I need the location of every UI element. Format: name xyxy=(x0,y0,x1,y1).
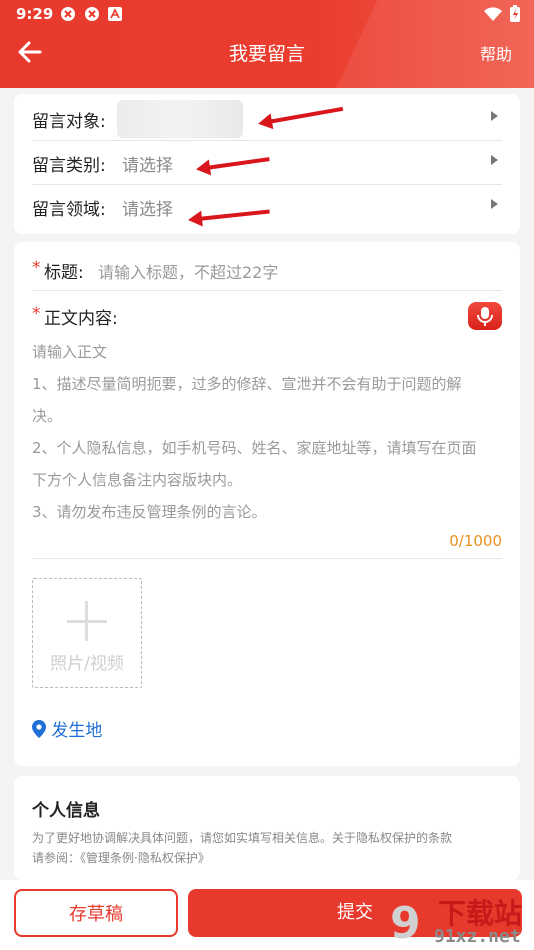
status-time: 9:29 xyxy=(16,5,54,23)
location-label: 发生地 xyxy=(51,721,103,741)
category-value: 请选择 xyxy=(122,156,173,176)
title-input[interactable]: 请输入标题，不超过22字 xyxy=(98,259,278,283)
microphone-icon xyxy=(477,307,493,326)
page-title: 我要留言 xyxy=(228,43,305,65)
divider xyxy=(32,558,502,559)
body-textarea[interactable]: 请输入正文 1、描述尽量简明扼要，过多的修辞、宣泄并不会有助于问题的解 决。 2… xyxy=(32,336,502,528)
char-counter: 0/1000 xyxy=(449,532,502,550)
app-notification-icon-2 xyxy=(85,7,99,21)
status-right xyxy=(484,5,520,22)
upload-label: 照片/视频 xyxy=(50,654,124,674)
personal-info-title: 个人信息 xyxy=(32,801,100,821)
privacy-link[interactable]: 请参阅：《管理条例·隐私权保护》 xyxy=(32,848,518,868)
help-button[interactable]: 帮助 xyxy=(480,41,512,65)
upload-media-button[interactable]: 照片/视频 xyxy=(32,578,142,688)
body-placeholder-line: 1、描述尽量简明扼要，过多的修辞、宣泄并不会有助于问题的解 xyxy=(32,375,462,393)
category-label: 留言类别: xyxy=(32,156,106,176)
watermark: 9 下载站 91xz.net xyxy=(388,892,528,948)
body-placeholder-line: 决。 xyxy=(32,407,63,425)
nav-bar: 我要留言 帮助 xyxy=(0,28,534,76)
chevron-right-icon xyxy=(491,111,498,121)
watermark-domain: 91xz.net xyxy=(434,926,521,947)
personal-info-card: 个人信息 为了更好地协调解决具体问题，请您如实填写相关信息。关于隐私权保护的条款… xyxy=(14,776,520,880)
body-placeholder-line: 下方个人信息备注内容版块内。 xyxy=(32,471,243,489)
body-placeholder-line: 3、请勿发布违反管理条例的言论。 xyxy=(32,503,267,521)
plus-icon xyxy=(85,601,88,641)
required-star: * xyxy=(32,304,41,324)
microphone-button[interactable] xyxy=(468,302,502,330)
svg-text:9: 9 xyxy=(390,898,421,948)
domain-value: 请选择 xyxy=(122,200,173,220)
app-notification-icon xyxy=(61,7,75,21)
target-label: 留言对象: xyxy=(32,112,106,132)
personal-info-desc: 为了更好地协调解决具体问题，请您如实填写相关信息。关于隐私权保护的条款 请参阅：… xyxy=(32,828,518,868)
chevron-right-icon xyxy=(491,199,498,209)
battery-icon xyxy=(510,5,520,22)
body-placeholder-line: 2、个人隐私信息，如手机号码、姓名、家庭地址等，请填写在页面 xyxy=(32,439,477,457)
save-draft-button[interactable]: 存草稿 xyxy=(14,889,178,937)
category-row[interactable]: 留言类别: 请选择 xyxy=(32,140,502,185)
title-label: 标题: xyxy=(44,263,84,283)
body-placeholder-line: 请输入正文 xyxy=(32,343,108,361)
domain-label: 留言领域: xyxy=(32,200,106,220)
status-bar: 9:29 xyxy=(0,0,534,28)
chevron-right-icon xyxy=(491,155,498,165)
target-value-redacted xyxy=(117,100,243,138)
personal-desc-line: 为了更好地协调解决具体问题，请您如实填写相关信息。关于隐私权保护的条款 xyxy=(32,831,453,845)
location-pin-icon xyxy=(32,720,46,738)
location-button[interactable]: 发生地 xyxy=(32,716,102,741)
domain-row[interactable]: 留言领域: 请选择 xyxy=(32,184,502,228)
wifi-icon xyxy=(484,6,502,21)
title-field[interactable]: * 标题: 请输入标题，不超过22字 xyxy=(32,256,502,291)
app-header: 9:29 我要留言 帮助 xyxy=(0,0,534,88)
body-label: 正文内容: xyxy=(44,309,118,329)
a-notification-icon xyxy=(108,7,122,21)
watermark-logo-icon: 9 xyxy=(390,898,421,948)
content-card: * 标题: 请输入标题，不超过22字 * 正文内容: 请输入正文 1、描述尽量简… xyxy=(14,242,520,766)
required-star: * xyxy=(32,258,41,278)
